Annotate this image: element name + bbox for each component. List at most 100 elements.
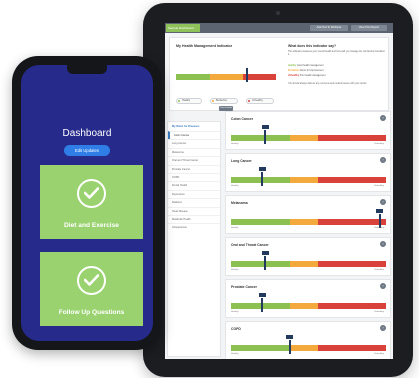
risk-marker [264,256,266,270]
risk-card-title: Lung Cancer [231,159,252,163]
menu-item-prostate-cancer[interactable]: Prostate Cancer [168,164,220,173]
pill-label: Healthy [182,99,191,102]
unhealthy-dot-icon [248,100,250,102]
pill-label: Borderline [216,99,227,102]
risk-bar [231,345,386,351]
risk-card-melanoma: Melanoma › Healthy Unhealthy [225,195,391,234]
risk-marker [261,298,263,312]
menu-item-diabetes[interactable]: Diabetes [168,198,220,206]
risk-card-title: COPD [231,327,241,331]
risk-card-title: Oral and Throat Cancer [231,243,269,247]
menu-item-osteoporosis[interactable]: Osteoporosis [168,223,220,231]
risk-flag-icon [286,335,294,339]
risk-bar [231,303,386,309]
risk-flag-icon [261,125,269,129]
risk-marker [379,214,381,228]
risk-card-title: Prostate Cancer [231,285,258,289]
health-indicator-card: My Health Management Indicator Healthy B… [169,37,389,111]
menu-item-heart-disease[interactable]: Heart Disease [168,206,220,215]
indicator-explainer-text: This indicator assesses your overall hea… [288,51,385,56]
tablet-camera [276,11,280,15]
healthy-segment [176,74,210,80]
risk-bar [231,177,386,183]
legend-text: Room for improvement [300,70,324,72]
expand-arrow-icon[interactable]: › [380,283,386,289]
healthy-label: Healthy [231,311,239,313]
unhealthy-label: Unhealthy [374,143,384,145]
healthy-label: Healthy [231,185,239,187]
healthy-dot-icon [178,100,180,102]
edit-updates-button[interactable]: Edit Updates [64,145,110,156]
legend-healthy: Healthy Good health management [288,65,324,67]
expand-arrow-icon[interactable]: › [380,241,386,247]
health-indicator-bar [176,74,276,80]
risk-card-title: Melanoma [231,201,248,205]
phone-screen: Dashboard Edit Updates Diet and Exercise… [21,65,153,341]
legend-unhealthy: Unhealthy Poor health management [288,75,326,77]
expand-arrow-icon[interactable]: › [380,325,386,331]
legend-key: Borderline [288,70,300,72]
healthy-label: Healthy [231,143,239,145]
disease-risk-menu: My Risks for Diseases Colon Cancer Lung … [167,121,221,357]
legend-borderline: Borderline Room for improvement [288,70,324,72]
risk-marker [261,172,263,186]
risk-marker [264,130,266,144]
menu-item-lung-cancer[interactable]: Lung Cancer [168,139,220,147]
indicator-footer-text: You should always discuss any concerns a… [288,83,368,85]
risk-card-lung-cancer: Lung Cancer › Healthy Unhealthy [225,153,391,192]
expand-arrow-icon[interactable]: › [380,115,386,121]
risk-card-copd: COPD › Healthy Unhealthy [225,321,391,359]
pill-borderline: Borderline [210,98,238,104]
healthy-label: Healthy [231,353,239,355]
risk-card-prostate-cancer: Prostate Cancer › Healthy Unhealthy [225,279,391,318]
phone-device: Dashboard Edit Updates Diet and Exercise… [12,56,162,350]
health-indicator-marker [246,68,248,82]
expand-arrow-icon[interactable]: › [380,199,386,205]
home-tab[interactable]: Sample Dashboard [166,24,200,32]
unhealthy-label: Unhealthy [374,227,384,229]
risk-flag-icon [258,167,266,171]
tablet-screen: Sample Dashboard Add Test To Wellness Vi… [165,23,393,359]
borderline-segment [210,74,243,80]
tile-follow-up-questions[interactable]: Follow Up Questions [40,252,143,326]
pill-unhealthy: Unhealthy [246,98,274,104]
tile-label: Follow Up Questions [58,309,125,316]
risk-bar [231,219,386,225]
menu-item-colon-cancer[interactable]: Colon Cancer [168,131,220,140]
legend-text: Poor health management [299,75,326,77]
unhealthy-label: Unhealthy [374,311,384,313]
menu-item-copd[interactable]: COPD [168,172,220,181]
risk-flag-icon [376,209,384,213]
expand-arrow-icon[interactable]: › [380,157,386,163]
tablet-device: Sample Dashboard Add Test To Wellness Vi… [143,3,413,377]
check-circle-icon [77,179,106,208]
menu-item-depression[interactable]: Depression [168,189,220,198]
pill-label: Unhealthy [252,99,263,102]
top-navigation-bar: Sample Dashboard Add Test To Wellness Vi… [165,23,393,33]
tile-diet-and-exercise[interactable]: Diet and Exercise [40,165,143,239]
unhealthy-label: Unhealthy [374,185,384,187]
dashboard-title: Dashboard [62,128,112,139]
tile-label: Diet and Exercise [64,222,119,229]
health-indicator-title: My Health Management Indicator [176,44,233,48]
legend-key: Healthy [288,65,297,67]
risk-flag-icon [258,293,266,297]
unhealthy-label: Unhealthy [374,269,384,271]
print-report-button[interactable]: View Print Report [351,25,387,31]
indicator-explainer-title: What does this indicator say? [288,44,337,48]
phone-notch [67,65,107,74]
menu-item-dental-health[interactable]: Dental Health [168,181,220,189]
risk-bar [231,261,386,267]
menu-item-metabolic-health[interactable]: Metabolic Health [168,214,220,223]
risk-card-colon-cancer: Colon Cancer › Healthy Unhealthy [225,111,391,150]
menu-item-melanoma[interactable]: Melanoma [168,147,220,156]
legend-key: Unhealthy [288,75,300,77]
healthy-label: Healthy [231,269,239,271]
add-test-button[interactable]: Add Test To Wellness [310,25,348,31]
healthy-label: Healthy [231,227,239,229]
unhealthy-label: Unhealthy [374,353,384,355]
menu-item-oral-throat-cancer[interactable]: Oral and Throat Cancer [168,156,220,164]
pill-healthy: Healthy [176,98,202,104]
legend-text: Good health management [296,65,324,67]
risk-flag-icon [261,251,269,255]
